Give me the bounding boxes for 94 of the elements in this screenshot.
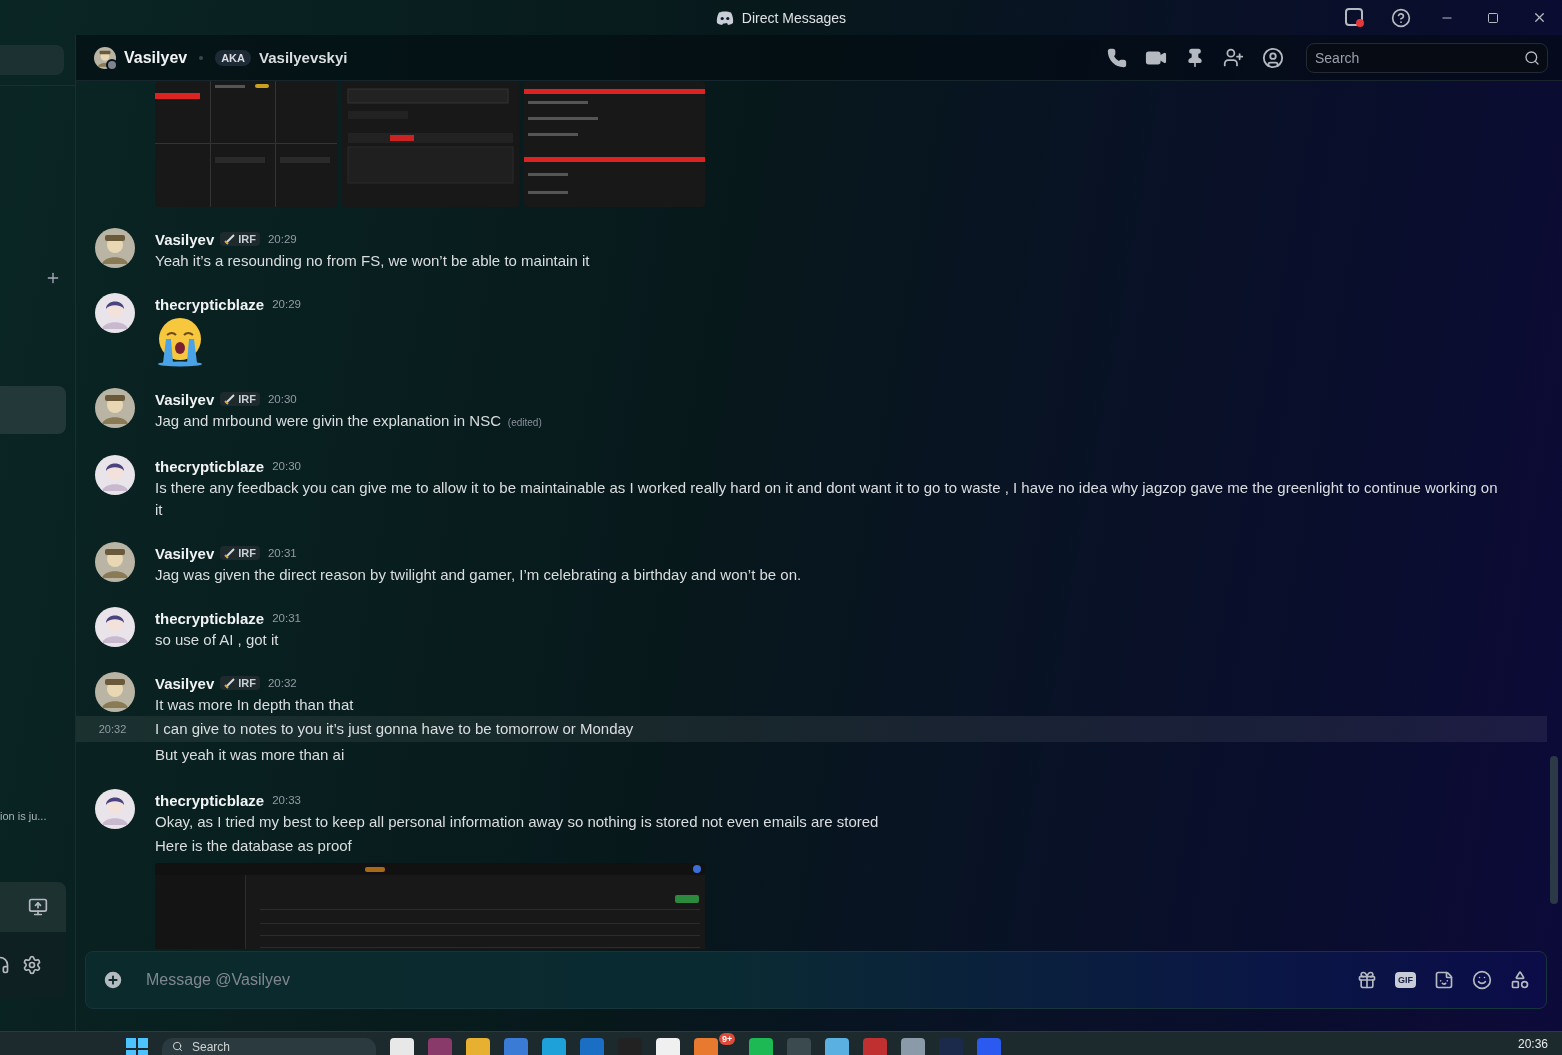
- author-name[interactable]: Vasilyev: [155, 230, 215, 248]
- call-icon[interactable]: [1107, 47, 1127, 68]
- crying-face-icon: [155, 317, 205, 367]
- app-icon[interactable]: [825, 1038, 850, 1055]
- windows-logo-icon[interactable]: [126, 1038, 148, 1055]
- timestamp: 20:31: [267, 547, 297, 559]
- avatar[interactable]: [95, 672, 135, 712]
- avatar[interactable]: [95, 607, 135, 647]
- search-field[interactable]: Search: [1306, 42, 1548, 73]
- message-text: so use of AI , got it: [155, 630, 280, 650]
- avatar[interactable]: [95, 789, 135, 829]
- add-button[interactable]: [45, 270, 61, 286]
- message-text: Jag was given the direct reason by twilight and gamer, I’m celebrating a birthday and won’t be on.: [155, 565, 803, 585]
- sticker-icon[interactable]: [1434, 970, 1454, 990]
- message-text: I can give to notes to you it’s just gonna have to be tomorrow or Monday: [155, 719, 635, 739]
- author-name[interactable]: thecrypticblaze: [155, 457, 265, 475]
- app-icon[interactable]: [901, 1038, 926, 1055]
- alias-name: Vasilyevskyi: [259, 49, 348, 66]
- taskbar-search-field[interactable]: Search: [162, 1038, 376, 1055]
- message-row[interactable]: Okay, as I tried my best to keep all personal information away so nothing is stored not even emails are stored: [155, 811, 1547, 833]
- search-icon: [172, 1041, 183, 1052]
- sword-icon: [224, 677, 237, 689]
- message-text: Here is the database as proof: [155, 836, 353, 856]
- role-tag[interactable]: IRF: [220, 232, 260, 246]
- screen-record-icon[interactable]: [1345, 7, 1365, 28]
- author-name[interactable]: Vasilyev: [155, 390, 215, 408]
- screen-share-icon[interactable]: [28, 897, 48, 917]
- sword-icon: [224, 233, 237, 245]
- timestamp: 20:31: [272, 612, 301, 624]
- avatar[interactable]: [95, 455, 135, 495]
- contact-name: Vasilyev: [124, 48, 188, 67]
- timestamp: 20:33: [272, 794, 301, 806]
- emoji-icon[interactable]: [1472, 970, 1492, 990]
- gif-button[interactable]: GIF: [1395, 972, 1416, 988]
- add-friend-icon[interactable]: [1223, 47, 1244, 68]
- author-name[interactable]: Vasilyev: [155, 674, 215, 692]
- tag-text: IRF: [238, 393, 256, 405]
- message-row[interactable]: But yeah it was more than ai: [76, 742, 1547, 768]
- message-field[interactable]: Message @Vasilyev: [144, 970, 1357, 990]
- timestamp: 20:29: [267, 233, 297, 245]
- message-text: Jag and mrbound were givin the explanation in NSC (edited): [155, 411, 543, 431]
- settings-icon[interactable]: [22, 955, 42, 975]
- author-name[interactable]: Vasilyev: [155, 544, 215, 562]
- controller-logo-icon: [715, 10, 734, 25]
- timestamp: 20:32: [97, 723, 128, 735]
- timestamp: 20:29: [272, 298, 301, 310]
- pin-icon[interactable]: [1185, 47, 1205, 68]
- search-icon: [1524, 49, 1540, 66]
- message-text: Is there any feedback you can give me to allow it to be maintainable as I worked really hard on it and dont want it to go to waste , I have no idea why jagzop gave me the greenlight to continue working on it: [155, 478, 1499, 520]
- message-row[interactable]: Here is the database as proof: [76, 833, 1547, 859]
- author-name[interactable]: thecrypticblaze: [155, 609, 265, 627]
- sidebar-item[interactable]: ion is ju...: [0, 810, 75, 822]
- sword-icon: [224, 547, 237, 559]
- aka-label: AKA: [215, 49, 251, 66]
- role-tag[interactable]: IRF: [220, 676, 260, 690]
- message-row[interactable]: It was more In depth than that: [155, 694, 1547, 716]
- author-name[interactable]: thecrypticblaze: [155, 791, 265, 809]
- sword-icon: [224, 393, 237, 405]
- message-row[interactable]: Yeah it’s a resounding no from FS, we won’t be able to maintain it: [155, 250, 1547, 272]
- message-row[interactable]: so use of AI , got it: [155, 629, 1547, 651]
- clock: 20:36: [1517, 1037, 1548, 1051]
- tag-text: IRF: [238, 677, 256, 689]
- app-icon[interactable]: [863, 1038, 888, 1055]
- app-icon[interactable]: [977, 1038, 1002, 1055]
- tag-text: IRF: [238, 547, 256, 559]
- message-composer[interactable]: Message @Vasilyev GIF: [85, 951, 1547, 1009]
- notification-badge: 9+: [719, 1033, 736, 1045]
- role-tag[interactable]: IRF: [220, 392, 260, 406]
- message-row[interactable]: Jag and mrbound were givin the explanation in NSC (edited): [155, 410, 1547, 434]
- avatar[interactable]: [95, 293, 135, 333]
- timestamp: 20:30: [272, 460, 301, 472]
- apps-icon[interactable]: [1510, 970, 1530, 990]
- timestamp: 20:30: [267, 393, 297, 405]
- role-tag[interactable]: IRF: [220, 546, 260, 560]
- timestamp: 20:32: [267, 677, 297, 689]
- avatar[interactable]: [95, 542, 135, 582]
- message-text: It was more In depth than that: [155, 695, 355, 715]
- add-attachment-icon[interactable]: [102, 969, 124, 991]
- app-icon[interactable]: [749, 1038, 774, 1055]
- avatar[interactable]: [95, 388, 135, 428]
- window-title: Direct Messages: [741, 9, 847, 26]
- avatar[interactable]: [95, 228, 135, 268]
- message-text: But yeah it was more than ai: [155, 745, 346, 765]
- message-row[interactable]: Jag was given the direct reason by twilight and gamer, I’m celebrating a birthday and won’t be on.: [155, 564, 1547, 586]
- tag-text: IRF: [238, 233, 256, 245]
- message-text: Okay, as I tried my best to keep all personal information away so nothing is stored not even emails are stored: [155, 812, 880, 832]
- message-row[interactable]: 20:32 I can give to notes to you it’s just gonna have to be tomorrow or Monday: [76, 716, 1547, 742]
- message-text: Yeah it’s a resounding no from FS, we won’t be able to maintain it: [155, 251, 591, 271]
- maximize-icon[interactable]: [1487, 11, 1499, 24]
- gift-icon[interactable]: [1357, 970, 1377, 990]
- scrollbar-thumb[interactable]: [1550, 756, 1558, 904]
- author-name[interactable]: thecrypticblaze: [155, 295, 265, 313]
- help-icon[interactable]: [1391, 7, 1411, 28]
- profile-icon[interactable]: [1262, 46, 1284, 69]
